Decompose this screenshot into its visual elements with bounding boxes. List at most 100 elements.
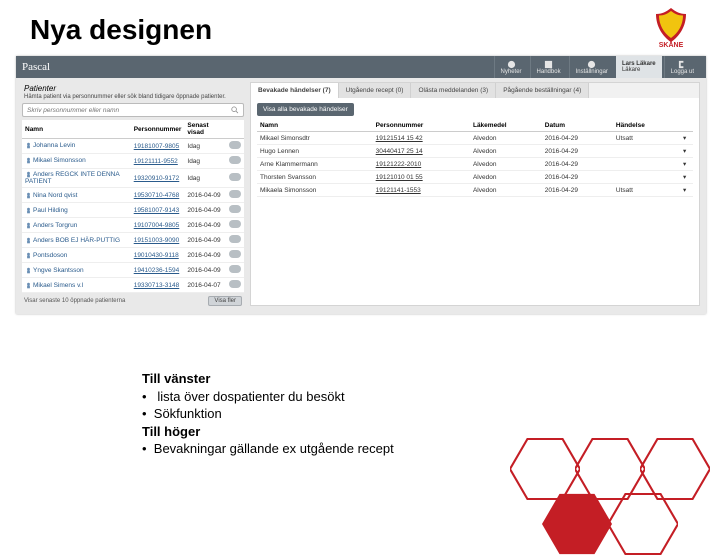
event-kind [613, 171, 676, 184]
patient-name[interactable]: Yngve Skantsson [22, 263, 131, 278]
row-action[interactable] [226, 203, 244, 218]
bullet-heading-right: Till höger [142, 424, 200, 439]
event-pnr[interactable]: 19121010 01 55 [373, 171, 470, 184]
patient-name[interactable]: Anders Torgrun [22, 218, 131, 233]
patient-name[interactable]: Mikael Simonsson [22, 154, 131, 169]
table-row[interactable]: Pontsdoson19010430-91182016-04-09 [22, 248, 244, 263]
table-row[interactable]: Thorsten Svansson19121010 01 55Alvedon20… [257, 171, 693, 184]
patient-pnr[interactable]: 19107004-9805 [131, 218, 185, 233]
row-action[interactable] [226, 154, 244, 169]
tab-bevakade[interactable]: Bevakade händelser (7) [251, 83, 339, 98]
event-pnr[interactable]: 19121514 15 42 [373, 132, 470, 145]
event-med: Alvedon [470, 184, 542, 197]
pill-icon [229, 235, 241, 243]
col-visited[interactable]: Senast visad [184, 120, 226, 139]
table-row[interactable]: Anders BOB EJ HÄR-PUTTIG19151003-9090201… [22, 233, 244, 248]
ecol-name[interactable]: Namn [257, 120, 373, 132]
row-action[interactable] [226, 218, 244, 233]
tab-pagaende[interactable]: Pågående beställningar (4) [496, 83, 589, 98]
chevron-down-icon[interactable]: ▾ [676, 158, 693, 171]
ecol-event[interactable]: Händelse [613, 120, 676, 132]
tab-utgaende[interactable]: Utgående recept (0) [339, 83, 412, 98]
patient-pnr[interactable]: 19181007-9805 [131, 139, 185, 154]
event-name[interactable]: Thorsten Svansson [257, 171, 373, 184]
chevron-down-icon[interactable]: ▾ [676, 171, 693, 184]
table-row[interactable]: Nina Nord qvist19530710-47682016-04-09 [22, 188, 244, 203]
gender-icon [25, 171, 32, 178]
event-name[interactable]: Hugo Lennen [257, 145, 373, 158]
ecol-med[interactable]: Läkemedel [470, 120, 542, 132]
panel-subtext: Hämta patient via personnummer eller sök… [22, 94, 244, 103]
row-action[interactable] [226, 139, 244, 154]
gender-icon [25, 207, 32, 214]
patient-pnr[interactable]: 19151003-9090 [131, 233, 185, 248]
tab-olasta[interactable]: Olästa meddelanden (3) [411, 83, 496, 98]
chevron-down-icon[interactable]: ▾ [676, 184, 693, 197]
show-all-events-button[interactable]: Visa alla bevakade händelser [257, 103, 354, 116]
tab-bar: Bevakade händelser (7) Utgående recept (… [251, 83, 699, 98]
col-pnr[interactable]: Personnummer [131, 120, 185, 139]
row-action[interactable] [226, 263, 244, 278]
event-name[interactable]: Mikaela Simonsson [257, 184, 373, 197]
gender-icon [25, 222, 32, 229]
user-badge[interactable]: Lars LäkareLäkare [616, 56, 662, 78]
row-action[interactable] [226, 169, 244, 188]
row-action[interactable] [226, 233, 244, 248]
chevron-down-icon[interactable]: ▾ [676, 132, 693, 145]
pill-icon [229, 173, 241, 181]
table-row[interactable]: Arne Klammermann19121222-2010Alvedon2016… [257, 158, 693, 171]
table-row[interactable]: Anders Torgrun19107004-98052016-04-09 [22, 218, 244, 233]
patient-pnr[interactable]: 19530710-4768 [131, 188, 185, 203]
patient-pnr[interactable]: 19581007-9143 [131, 203, 185, 218]
nav-logout[interactable]: Logga ut [664, 56, 700, 78]
table-row[interactable]: Yngve Skantsson19410236-15942016-04-09 [22, 263, 244, 278]
table-row[interactable]: Mikael Simonsson19121111-9552Idag [22, 154, 244, 169]
patient-pnr[interactable]: 19121111-9552 [131, 154, 185, 169]
patient-name[interactable]: Anders BOB EJ HÄR-PUTTIG [22, 233, 131, 248]
ecol-pnr[interactable]: Personnummer [373, 120, 470, 132]
bullet-3: Bevakningar gällande ex utgående recept [154, 441, 394, 456]
event-pnr[interactable]: 19121141-1553 [373, 184, 470, 197]
patient-pnr[interactable]: 19010430-9118 [131, 248, 185, 263]
event-name[interactable]: Arne Klammermann [257, 158, 373, 171]
ecol-date[interactable]: Datum [542, 120, 613, 132]
table-row[interactable]: Hugo Lennen30440417 25 14Alvedon2016-04-… [257, 145, 693, 158]
chevron-down-icon[interactable]: ▾ [676, 145, 693, 158]
show-more-button[interactable]: Visa fler [208, 296, 242, 306]
event-name[interactable]: Mikael Simonsdtr [257, 132, 373, 145]
patient-pnr[interactable]: 19410236-1594 [131, 263, 185, 278]
footer-text: Visar senaste 10 öppnade patienterna [24, 298, 125, 304]
nav-nyheter[interactable]: Nyheter [494, 56, 528, 78]
patient-search[interactable] [22, 103, 244, 117]
patient-name[interactable]: Johanna Levin [22, 139, 131, 154]
event-kind [613, 145, 676, 158]
table-row[interactable]: Paul Hilding19581007-91432016-04-09 [22, 203, 244, 218]
pascal-app-window: Pascal Nyheter Handbok Inställningar Lar… [16, 56, 706, 314]
row-action[interactable] [226, 248, 244, 263]
table-row[interactable]: Mikaela Simonsson19121141-1553Alvedon201… [257, 184, 693, 197]
event-pnr[interactable]: 30440417 25 14 [373, 145, 470, 158]
event-med: Alvedon [470, 158, 542, 171]
row-action[interactable] [226, 188, 244, 203]
search-input[interactable] [27, 107, 231, 114]
col-name[interactable]: Namn [22, 120, 131, 139]
patient-name[interactable]: Mikael Simens v.l [22, 278, 131, 293]
patient-name[interactable]: Pontsdoson [22, 248, 131, 263]
patient-name[interactable]: Anders REGCK INTE DENNA PATIENT [22, 169, 131, 188]
patient-name[interactable]: Paul Hilding [22, 203, 131, 218]
patient-pnr[interactable]: 19320910-9172 [131, 169, 185, 188]
event-date: 2016-04-29 [542, 158, 613, 171]
gender-icon [25, 282, 32, 289]
table-row[interactable]: Mikael Simonsdtr19121514 15 42Alvedon201… [257, 132, 693, 145]
gender-icon [25, 267, 32, 274]
row-action[interactable] [226, 278, 244, 293]
patient-name[interactable]: Nina Nord qvist [22, 188, 131, 203]
table-row[interactable]: Anders REGCK INTE DENNA PATIENT19320910-… [22, 169, 244, 188]
table-row[interactable]: Johanna Levin19181007-9805Idag [22, 139, 244, 154]
patient-panel: Patienter Hämta patient via personnummer… [22, 82, 244, 306]
event-pnr[interactable]: 19121222-2010 [373, 158, 470, 171]
patient-pnr[interactable]: 19330713-3148 [131, 278, 185, 293]
table-row[interactable]: Mikael Simens v.l19330713-31482016-04-07 [22, 278, 244, 293]
nav-installningar[interactable]: Inställningar [569, 56, 614, 78]
nav-handbok[interactable]: Handbok [530, 56, 567, 78]
